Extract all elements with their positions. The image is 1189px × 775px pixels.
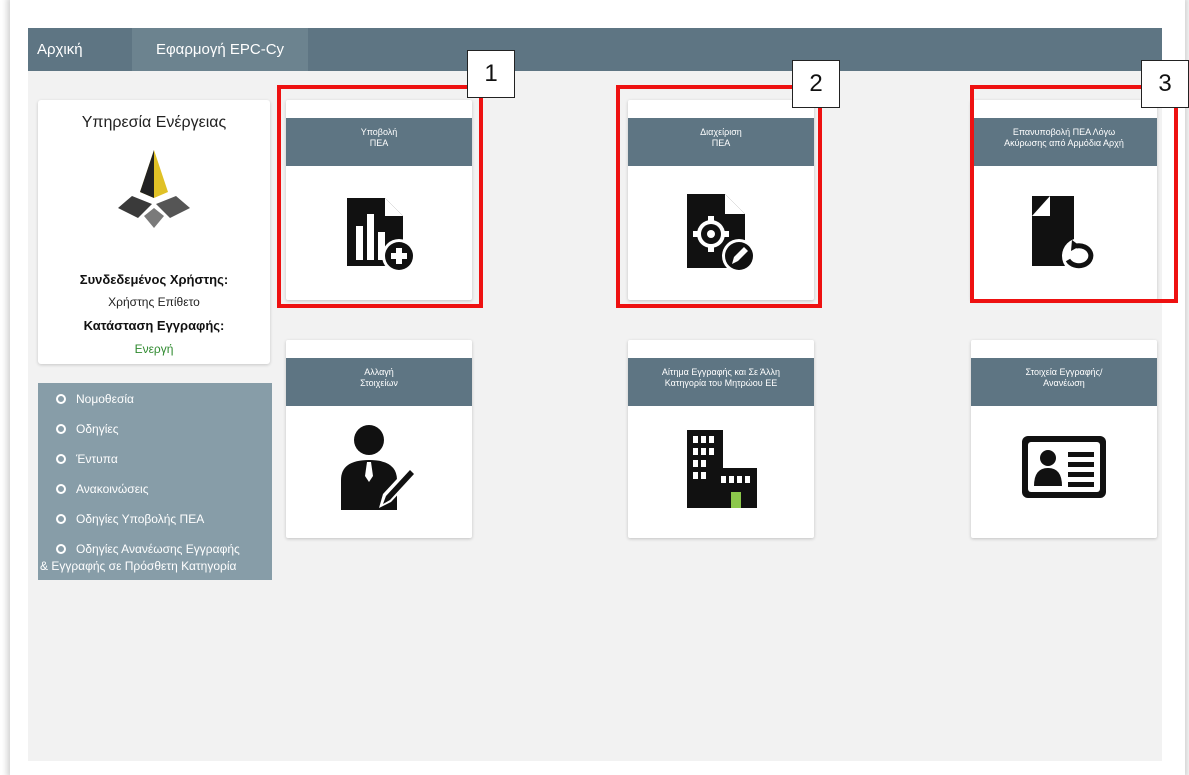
circle-icon bbox=[56, 454, 66, 464]
sidebar-item-label: Οδηγίες Ανανέωσης Εγγραφής bbox=[76, 542, 240, 556]
highlight-box-3 bbox=[970, 85, 1178, 303]
service-logo bbox=[104, 142, 204, 242]
sidebar-item-label: Έντυπα bbox=[76, 452, 118, 466]
sidebar-item-pea-guidelines[interactable]: Οδηγίες Υποβολής ΠΕΑ bbox=[56, 512, 204, 526]
circle-icon bbox=[56, 514, 66, 524]
top-navbar: Αρχική Εφαρμογή EPC-Cy bbox=[28, 28, 1162, 71]
sidebar-item-forms[interactable]: Έντυπα bbox=[56, 452, 118, 466]
user-edit-icon bbox=[329, 420, 429, 520]
registration-status-label: Κατάσταση Εγγραφής: bbox=[83, 318, 225, 333]
tile-registration-renewal[interactable]: Στοιχεία Εγγραφής/ Ανανέωση bbox=[971, 340, 1157, 538]
sidebar-item-announcements[interactable]: Ανακοινώσεις bbox=[56, 482, 149, 496]
tile-registration-request[interactable]: Αίτημα Εγγραφής και Σε Άλλη Κατηγορία το… bbox=[628, 340, 814, 538]
circle-icon bbox=[56, 484, 66, 494]
registration-status-value: Ενεργή bbox=[134, 342, 174, 356]
circle-icon bbox=[56, 394, 66, 404]
user-info-card: Υπηρεσία Ενέργειας Συνδεδεμένος Χρήστης:… bbox=[38, 100, 270, 364]
sidebar-item-guidelines[interactable]: Οδηγίες bbox=[56, 422, 119, 436]
nav-app-link[interactable]: Εφαρμογή EPC-Cy bbox=[132, 28, 308, 71]
id-card-icon bbox=[1014, 420, 1114, 520]
tile-title: Αλλαγή Στοιχείων bbox=[286, 358, 472, 406]
connected-user-label: Συνδεδεμένος Χρήστης: bbox=[79, 272, 229, 287]
sidebar-item-legislation[interactable]: Νομοθεσία bbox=[56, 392, 134, 406]
sidebar-item-renewal-guidelines-cont[interactable]: & Εγγραφής σε Πρόσθετη Κατηγορία bbox=[40, 559, 236, 573]
sidebar-item-label: Οδηγίες Υποβολής ΠΕΑ bbox=[76, 512, 205, 526]
sidebar-item-label: Ανακοινώσεις bbox=[76, 482, 149, 496]
circle-icon bbox=[56, 544, 66, 554]
sidebar-item-label: & Εγγραφής σε Πρόσθετη Κατηγορία bbox=[40, 559, 237, 573]
sidebar-item-renewal-guidelines[interactable]: Οδηγίες Ανανέωσης Εγγραφής bbox=[56, 542, 240, 556]
highlight-box-2 bbox=[616, 85, 822, 308]
tile-change-details[interactable]: Αλλαγή Στοιχείων bbox=[286, 340, 472, 538]
callout-number-3: 3 bbox=[1141, 60, 1189, 108]
highlight-box-1 bbox=[277, 85, 483, 308]
buildings-icon bbox=[671, 420, 771, 520]
nav-home-link[interactable]: Αρχική bbox=[28, 28, 92, 71]
sidebar-item-label: Οδηγίες bbox=[76, 422, 119, 436]
sidebar-links: Νομοθεσία Οδηγίες Έντυπα Ανακοινώσεις Οδ… bbox=[38, 383, 272, 580]
connected-user-name: Χρήστης Επίθετο bbox=[108, 295, 200, 309]
callout-number-1: 1 bbox=[467, 50, 515, 98]
sidebar-item-label: Νομοθεσία bbox=[76, 392, 134, 406]
tile-title: Στοιχεία Εγγραφής/ Ανανέωση bbox=[971, 358, 1157, 406]
circle-icon bbox=[56, 424, 66, 434]
callout-number-2: 2 bbox=[792, 60, 840, 108]
tile-title: Αίτημα Εγγραφής και Σε Άλλη Κατηγορία το… bbox=[628, 358, 814, 406]
service-title: Υπηρεσία Ενέργειας bbox=[81, 114, 227, 131]
